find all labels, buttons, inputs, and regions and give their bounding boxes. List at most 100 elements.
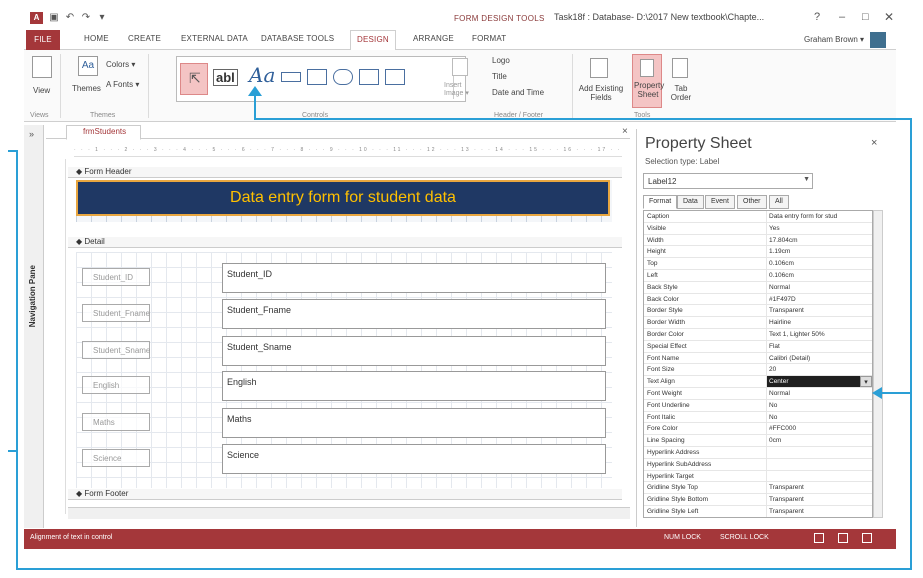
label-student-id[interactable]: Student_ID	[82, 268, 150, 286]
header-title-label[interactable]: Data entry form for student data	[76, 180, 610, 216]
tab-database-tools[interactable]: DATABASE TOOLS	[261, 34, 334, 43]
property-value[interactable]: Flat	[766, 340, 870, 352]
tab-control-tool[interactable]	[307, 69, 327, 85]
property-row[interactable]: Width 17.804cm	[644, 234, 872, 247]
label-maths[interactable]: Maths	[82, 413, 150, 431]
themes-icon[interactable]: Aa	[78, 56, 98, 76]
nav-toggle-icon[interactable]: »	[29, 129, 34, 139]
field-english[interactable]: English	[222, 371, 606, 401]
property-value[interactable]: Normal	[766, 281, 870, 293]
text-box-tool[interactable]: abl	[213, 69, 238, 86]
label-tool[interactable]: Aa	[249, 63, 275, 87]
tab-order-button[interactable]: Tab Order	[668, 84, 694, 102]
tab-format-props[interactable]: Format	[643, 195, 678, 209]
property-value[interactable]: 0.106cm	[766, 270, 870, 281]
form-header-bar[interactable]: ◆ Form Header	[68, 167, 622, 178]
property-row[interactable]: Border Color Text 1, Lighter 50%	[644, 329, 872, 341]
maximize-button[interactable]: □	[862, 11, 869, 23]
property-row[interactable]: Special Effect Flat	[644, 340, 872, 353]
button-tool[interactable]	[281, 72, 301, 82]
property-row[interactable]: Visible Yes	[644, 222, 872, 235]
property-row[interactable]: Border Width Hairline	[644, 317, 872, 329]
themes-button[interactable]: Themes	[72, 84, 101, 93]
add-fields-icon[interactable]	[590, 58, 608, 78]
property-value[interactable]: #FFC000	[766, 423, 870, 435]
property-row[interactable]: Left 0.106cm	[644, 270, 872, 282]
property-row[interactable]: Back Color #1F497D	[644, 293, 872, 306]
property-value[interactable]: Transparent	[766, 482, 870, 494]
property-value[interactable]: 0cm	[766, 435, 870, 447]
property-value[interactable]: No	[766, 399, 870, 411]
tab-frmstudents[interactable]: frmStudents	[66, 125, 142, 140]
property-row[interactable]: Back Style Normal	[644, 281, 872, 294]
field-student-id[interactable]: Student_ID	[222, 263, 606, 293]
property-value[interactable]: 20	[766, 364, 870, 376]
property-value[interactable]: #1F497D	[766, 293, 870, 305]
field-student-fname[interactable]: Student_Fname	[222, 299, 606, 329]
select-tool[interactable]: ⇱	[180, 63, 208, 95]
property-row[interactable]: Hyperlink SubAddress	[644, 458, 872, 471]
property-row[interactable]: Font Size 20	[644, 364, 872, 377]
property-row[interactable]: Fore Color #FFC000	[644, 423, 872, 436]
property-value[interactable]: Data entry form for stud	[766, 211, 870, 222]
property-value[interactable]: Text 1, Lighter 50%	[766, 329, 870, 340]
property-row[interactable]: Height 1.19cm	[644, 246, 872, 259]
title-button[interactable]: Title	[492, 72, 507, 81]
property-value[interactable]: Center	[766, 376, 870, 388]
navigation-tool[interactable]	[385, 69, 405, 85]
horizontal-scrollbar[interactable]	[68, 507, 630, 519]
label-student-fname[interactable]: Student_Fname	[82, 304, 150, 322]
property-row[interactable]: Hyperlink Target	[644, 470, 872, 483]
property-value[interactable]: No	[766, 411, 870, 423]
label-student-sname[interactable]: Student_Sname	[82, 341, 150, 359]
property-row[interactable]: Font Underline No	[644, 399, 872, 412]
chevron-down-icon[interactable]: ▾	[860, 376, 872, 388]
property-value[interactable]: Transparent	[766, 494, 870, 506]
tab-data-props[interactable]: Data	[677, 195, 704, 209]
property-row[interactable]: Border Style Transparent	[644, 305, 872, 318]
property-row[interactable]: Line Spacing 0cm	[644, 435, 872, 447]
tab-home[interactable]: HOME	[84, 34, 109, 43]
field-science[interactable]: Science	[222, 444, 606, 474]
property-value[interactable]: 17.804cm	[766, 234, 870, 246]
access-app-icon[interactable]: A	[30, 12, 43, 24]
property-row[interactable]: Top 0.106cm	[644, 258, 872, 270]
tab-external-data[interactable]: EXTERNAL DATA	[181, 34, 248, 43]
property-sheet-button[interactable]: Property Sheet	[632, 54, 664, 108]
navigation-pane[interactable]: » Navigation Pane	[24, 125, 44, 528]
property-row[interactable]: Hyperlink Address	[644, 447, 872, 459]
property-row[interactable]: Text Align Center ▾	[644, 376, 872, 388]
property-value[interactable]: 1.19cm	[766, 246, 870, 258]
form-footer-bar[interactable]: ◆ Form Footer	[68, 489, 622, 500]
label-english[interactable]: English	[82, 376, 150, 394]
tab-format[interactable]: FORMAT	[472, 34, 506, 43]
close-button[interactable]: ✕	[884, 10, 894, 24]
property-value[interactable]	[766, 458, 870, 470]
layout-view-icon[interactable]	[838, 533, 848, 543]
undo-icon[interactable]: ↶	[64, 12, 76, 24]
tab-create[interactable]: CREATE	[128, 34, 161, 43]
view-icon[interactable]	[32, 56, 52, 78]
property-value[interactable]: Calibri (Detail)	[766, 352, 870, 364]
label-science[interactable]: Science	[82, 449, 150, 467]
tab-arrange[interactable]: ARRANGE	[413, 34, 454, 43]
property-row[interactable]: Caption Data entry form for stud	[644, 211, 872, 223]
property-value[interactable]: Normal	[766, 388, 870, 399]
property-row[interactable]: Font Italic No	[644, 411, 872, 424]
property-row[interactable]: Gridline Style Left Transparent	[644, 506, 872, 517]
property-row[interactable]: Gridline Style Top Transparent	[644, 482, 872, 495]
property-value[interactable]: Hairline	[766, 317, 870, 329]
minimize-button[interactable]: –	[839, 11, 845, 23]
insert-image-button[interactable]: Insert Image ▾	[444, 82, 478, 97]
save-icon[interactable]: ▣	[48, 12, 60, 24]
property-value[interactable]: 0.106cm	[766, 258, 870, 270]
customize-qat-icon[interactable]: ▾	[96, 12, 108, 24]
add-existing-fields-button[interactable]: Add Existing Fields	[578, 84, 624, 102]
logo-button[interactable]: Logo	[492, 56, 510, 65]
tab-all-props[interactable]: All	[769, 195, 789, 209]
property-row[interactable]: Font Weight Normal	[644, 388, 872, 400]
user-name[interactable]: Graham Brown ▾	[804, 35, 864, 44]
tab-order-icon[interactable]	[672, 58, 688, 78]
property-row[interactable]: Font Name Calibri (Detail)	[644, 352, 872, 365]
property-value[interactable]: Transparent	[766, 305, 870, 317]
